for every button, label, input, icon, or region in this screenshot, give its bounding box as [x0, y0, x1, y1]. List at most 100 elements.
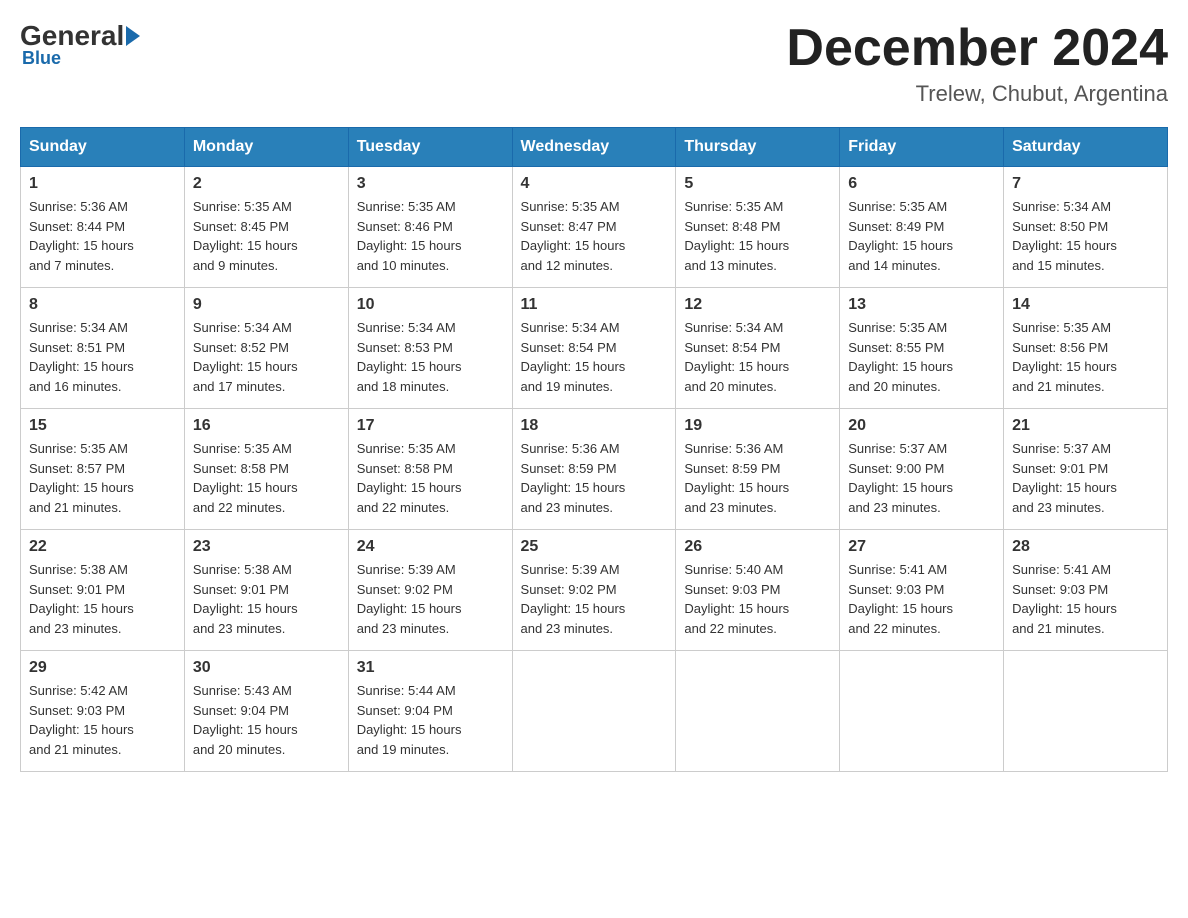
day-number: 16: [193, 417, 340, 435]
day-number: 30: [193, 659, 340, 677]
logo-arrow-icon: [126, 26, 140, 46]
calendar-week-row: 8 Sunrise: 5:34 AMSunset: 8:51 PMDayligh…: [21, 288, 1168, 409]
day-info: Sunrise: 5:39 AMSunset: 9:02 PMDaylight:…: [357, 560, 504, 638]
calendar-day-cell: 15 Sunrise: 5:35 AMSunset: 8:57 PMDaylig…: [21, 409, 185, 530]
calendar-day-cell: 8 Sunrise: 5:34 AMSunset: 8:51 PMDayligh…: [21, 288, 185, 409]
column-header-sunday: Sunday: [21, 128, 185, 167]
title-area: December 2024 Trelew, Chubut, Argentina: [786, 20, 1168, 107]
day-info: Sunrise: 5:35 AMSunset: 8:48 PMDaylight:…: [684, 197, 831, 275]
month-title: December 2024: [786, 20, 1168, 77]
day-info: Sunrise: 5:37 AMSunset: 9:00 PMDaylight:…: [848, 439, 995, 517]
day-number: 4: [521, 175, 668, 193]
day-number: 25: [521, 538, 668, 556]
calendar-day-cell: 19 Sunrise: 5:36 AMSunset: 8:59 PMDaylig…: [676, 409, 840, 530]
day-info: Sunrise: 5:42 AMSunset: 9:03 PMDaylight:…: [29, 681, 176, 759]
logo-blue-text: Blue: [22, 48, 61, 69]
calendar-day-cell: 5 Sunrise: 5:35 AMSunset: 8:48 PMDayligh…: [676, 167, 840, 288]
calendar-day-cell: 7 Sunrise: 5:34 AMSunset: 8:50 PMDayligh…: [1004, 167, 1168, 288]
calendar-day-cell: [1004, 651, 1168, 772]
logo: General Blue: [20, 20, 142, 69]
day-number: 11: [521, 296, 668, 314]
column-header-friday: Friday: [840, 128, 1004, 167]
calendar-day-cell: 26 Sunrise: 5:40 AMSunset: 9:03 PMDaylig…: [676, 530, 840, 651]
calendar-day-cell: 21 Sunrise: 5:37 AMSunset: 9:01 PMDaylig…: [1004, 409, 1168, 530]
column-header-thursday: Thursday: [676, 128, 840, 167]
calendar-day-cell: 30 Sunrise: 5:43 AMSunset: 9:04 PMDaylig…: [184, 651, 348, 772]
calendar-day-cell: 18 Sunrise: 5:36 AMSunset: 8:59 PMDaylig…: [512, 409, 676, 530]
day-number: 7: [1012, 175, 1159, 193]
day-info: Sunrise: 5:35 AMSunset: 8:46 PMDaylight:…: [357, 197, 504, 275]
day-info: Sunrise: 5:38 AMSunset: 9:01 PMDaylight:…: [193, 560, 340, 638]
day-number: 5: [684, 175, 831, 193]
day-number: 24: [357, 538, 504, 556]
day-number: 17: [357, 417, 504, 435]
day-number: 8: [29, 296, 176, 314]
calendar-day-cell: 1 Sunrise: 5:36 AMSunset: 8:44 PMDayligh…: [21, 167, 185, 288]
calendar-day-cell: 29 Sunrise: 5:42 AMSunset: 9:03 PMDaylig…: [21, 651, 185, 772]
calendar-day-cell: 22 Sunrise: 5:38 AMSunset: 9:01 PMDaylig…: [21, 530, 185, 651]
calendar-day-cell: 9 Sunrise: 5:34 AMSunset: 8:52 PMDayligh…: [184, 288, 348, 409]
day-info: Sunrise: 5:35 AMSunset: 8:56 PMDaylight:…: [1012, 318, 1159, 396]
day-number: 20: [848, 417, 995, 435]
calendar-day-cell: 12 Sunrise: 5:34 AMSunset: 8:54 PMDaylig…: [676, 288, 840, 409]
day-info: Sunrise: 5:37 AMSunset: 9:01 PMDaylight:…: [1012, 439, 1159, 517]
day-number: 15: [29, 417, 176, 435]
day-number: 29: [29, 659, 176, 677]
day-number: 14: [1012, 296, 1159, 314]
location-title: Trelew, Chubut, Argentina: [786, 81, 1168, 107]
day-info: Sunrise: 5:36 AMSunset: 8:59 PMDaylight:…: [684, 439, 831, 517]
day-number: 27: [848, 538, 995, 556]
day-number: 22: [29, 538, 176, 556]
calendar-day-cell: 16 Sunrise: 5:35 AMSunset: 8:58 PMDaylig…: [184, 409, 348, 530]
calendar-day-cell: 31 Sunrise: 5:44 AMSunset: 9:04 PMDaylig…: [348, 651, 512, 772]
calendar-day-cell: 13 Sunrise: 5:35 AMSunset: 8:55 PMDaylig…: [840, 288, 1004, 409]
calendar-day-cell: 20 Sunrise: 5:37 AMSunset: 9:00 PMDaylig…: [840, 409, 1004, 530]
day-info: Sunrise: 5:35 AMSunset: 8:47 PMDaylight:…: [521, 197, 668, 275]
day-info: Sunrise: 5:34 AMSunset: 8:51 PMDaylight:…: [29, 318, 176, 396]
day-info: Sunrise: 5:34 AMSunset: 8:54 PMDaylight:…: [521, 318, 668, 396]
day-number: 21: [1012, 417, 1159, 435]
calendar-day-cell: 3 Sunrise: 5:35 AMSunset: 8:46 PMDayligh…: [348, 167, 512, 288]
day-info: Sunrise: 5:35 AMSunset: 8:45 PMDaylight:…: [193, 197, 340, 275]
day-info: Sunrise: 5:38 AMSunset: 9:01 PMDaylight:…: [29, 560, 176, 638]
day-number: 31: [357, 659, 504, 677]
calendar-day-cell: [512, 651, 676, 772]
day-info: Sunrise: 5:34 AMSunset: 8:54 PMDaylight:…: [684, 318, 831, 396]
day-info: Sunrise: 5:41 AMSunset: 9:03 PMDaylight:…: [1012, 560, 1159, 638]
calendar-day-cell: 2 Sunrise: 5:35 AMSunset: 8:45 PMDayligh…: [184, 167, 348, 288]
calendar-week-row: 1 Sunrise: 5:36 AMSunset: 8:44 PMDayligh…: [21, 167, 1168, 288]
calendar-day-cell: 6 Sunrise: 5:35 AMSunset: 8:49 PMDayligh…: [840, 167, 1004, 288]
day-info: Sunrise: 5:35 AMSunset: 8:57 PMDaylight:…: [29, 439, 176, 517]
calendar-day-cell: 14 Sunrise: 5:35 AMSunset: 8:56 PMDaylig…: [1004, 288, 1168, 409]
column-header-wednesday: Wednesday: [512, 128, 676, 167]
calendar-day-cell: 24 Sunrise: 5:39 AMSunset: 9:02 PMDaylig…: [348, 530, 512, 651]
day-info: Sunrise: 5:35 AMSunset: 8:49 PMDaylight:…: [848, 197, 995, 275]
day-number: 28: [1012, 538, 1159, 556]
day-number: 19: [684, 417, 831, 435]
day-info: Sunrise: 5:34 AMSunset: 8:52 PMDaylight:…: [193, 318, 340, 396]
calendar-day-cell: 28 Sunrise: 5:41 AMSunset: 9:03 PMDaylig…: [1004, 530, 1168, 651]
day-info: Sunrise: 5:34 AMSunset: 8:50 PMDaylight:…: [1012, 197, 1159, 275]
calendar-day-cell: 27 Sunrise: 5:41 AMSunset: 9:03 PMDaylig…: [840, 530, 1004, 651]
day-info: Sunrise: 5:43 AMSunset: 9:04 PMDaylight:…: [193, 681, 340, 759]
column-header-monday: Monday: [184, 128, 348, 167]
day-info: Sunrise: 5:35 AMSunset: 8:58 PMDaylight:…: [193, 439, 340, 517]
day-number: 6: [848, 175, 995, 193]
day-info: Sunrise: 5:39 AMSunset: 9:02 PMDaylight:…: [521, 560, 668, 638]
day-number: 2: [193, 175, 340, 193]
calendar-header-row: SundayMondayTuesdayWednesdayThursdayFrid…: [21, 128, 1168, 167]
day-info: Sunrise: 5:44 AMSunset: 9:04 PMDaylight:…: [357, 681, 504, 759]
day-info: Sunrise: 5:40 AMSunset: 9:03 PMDaylight:…: [684, 560, 831, 638]
calendar-week-row: 22 Sunrise: 5:38 AMSunset: 9:01 PMDaylig…: [21, 530, 1168, 651]
calendar-day-cell: 23 Sunrise: 5:38 AMSunset: 9:01 PMDaylig…: [184, 530, 348, 651]
day-number: 10: [357, 296, 504, 314]
day-info: Sunrise: 5:41 AMSunset: 9:03 PMDaylight:…: [848, 560, 995, 638]
day-number: 23: [193, 538, 340, 556]
day-number: 9: [193, 296, 340, 314]
day-info: Sunrise: 5:36 AMSunset: 8:59 PMDaylight:…: [521, 439, 668, 517]
day-number: 13: [848, 296, 995, 314]
day-info: Sunrise: 5:34 AMSunset: 8:53 PMDaylight:…: [357, 318, 504, 396]
column-header-tuesday: Tuesday: [348, 128, 512, 167]
column-header-saturday: Saturday: [1004, 128, 1168, 167]
calendar-day-cell: 10 Sunrise: 5:34 AMSunset: 8:53 PMDaylig…: [348, 288, 512, 409]
